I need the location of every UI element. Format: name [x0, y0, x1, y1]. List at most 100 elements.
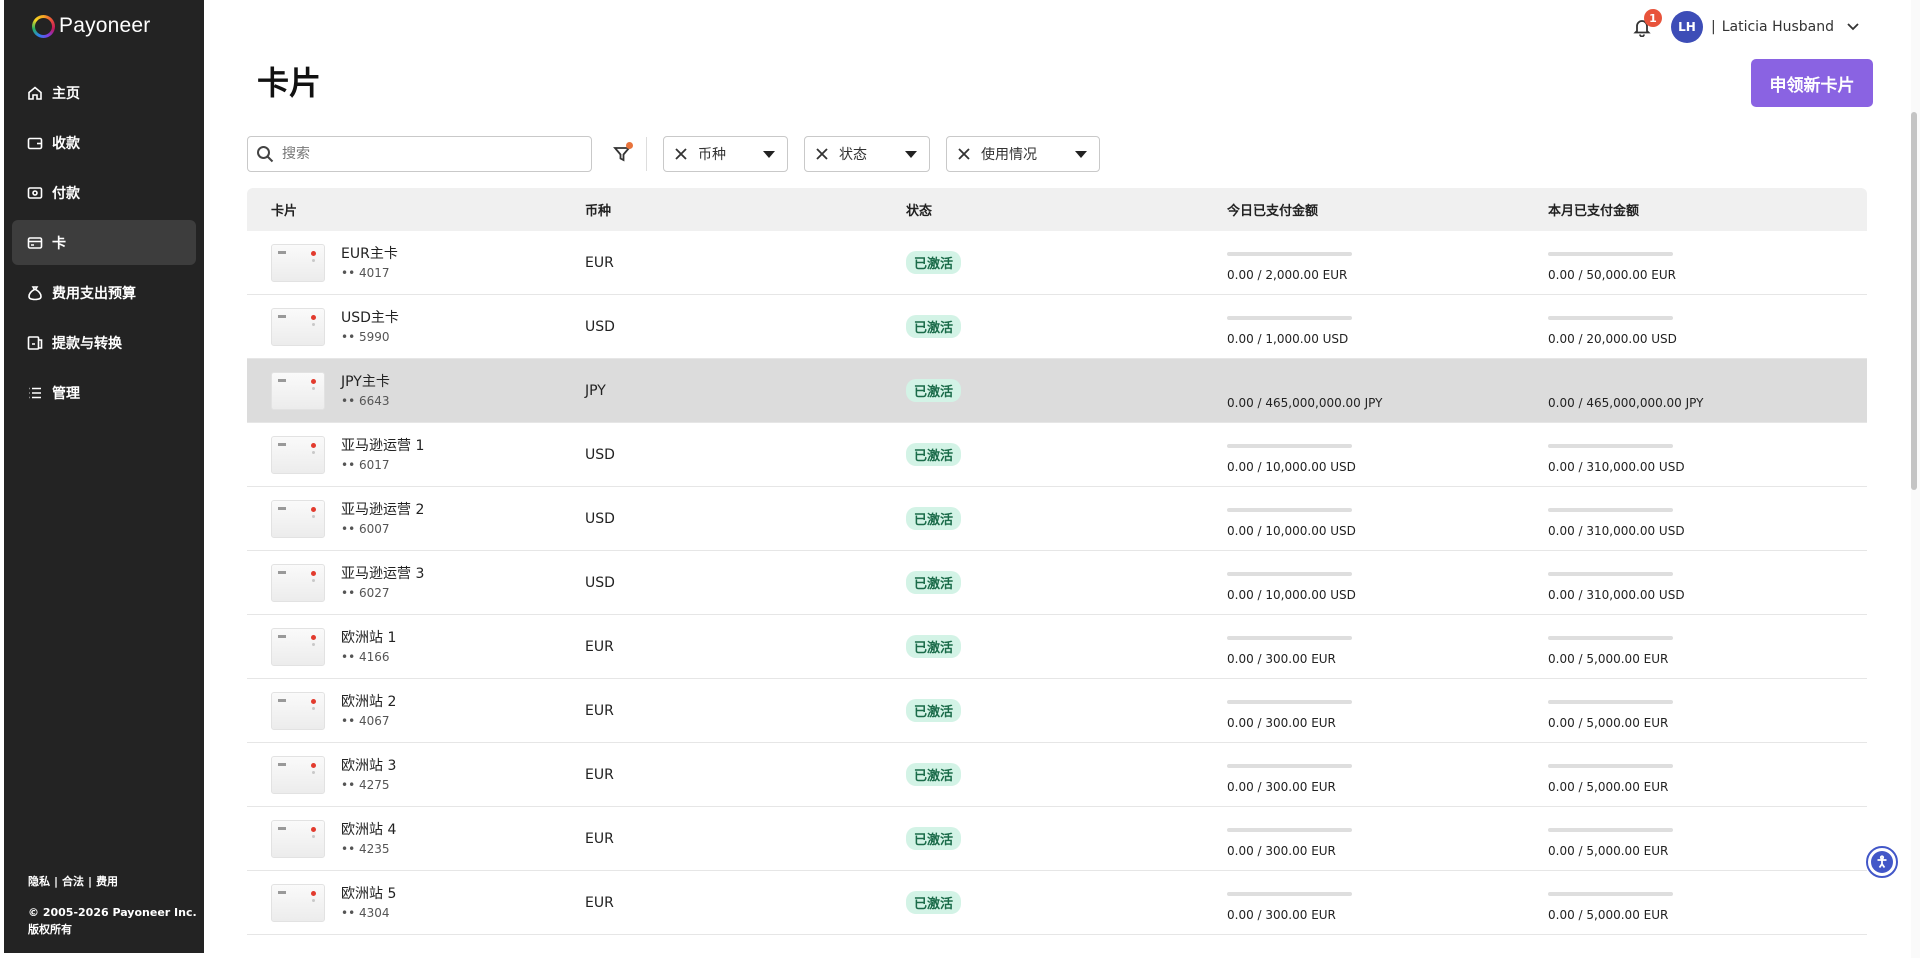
- monthly-amount: 0.00 / 310,000.00 USD: [1548, 459, 1685, 474]
- daily-amount: 0.00 / 10,000.00 USD: [1227, 523, 1356, 538]
- chevron-down-icon[interactable]: [1846, 18, 1860, 37]
- daily-progress-bar: [1227, 251, 1352, 256]
- search-box[interactable]: [247, 136, 592, 172]
- privacy-link[interactable]: 隐私: [28, 875, 50, 888]
- sidebar-item-withdraw[interactable]: 提款与转换: [12, 320, 196, 365]
- card-number: •• 4275: [341, 777, 390, 792]
- home-icon: [26, 84, 44, 102]
- column-header-daily-spent[interactable]: 今日已支付金额: [1227, 200, 1548, 219]
- notification-count-badge: 1: [1643, 9, 1662, 27]
- card-cell: JPY主卡 •• 6643: [247, 371, 585, 410]
- status-badge: 已激活: [906, 315, 962, 338]
- daily-progress-bar: [1227, 443, 1352, 448]
- card-thumbnail: [271, 307, 325, 346]
- monthly-amount: 0.00 / 5,000.00 EUR: [1548, 907, 1669, 922]
- scrollbar-thumb[interactable]: [1911, 112, 1917, 490]
- sidebar-item-manage[interactable]: 管理: [12, 370, 196, 415]
- card-cell: 亚马逊运营 2 •• 6007: [247, 499, 585, 538]
- sidebar-item-label: 收款: [52, 135, 80, 152]
- daily-spent-cell: 0.00 / 10,000.00 USD: [1227, 436, 1548, 474]
- daily-spent-cell: 0.00 / 2,000.00 EUR: [1227, 244, 1548, 282]
- footer-separator: |: [88, 875, 93, 888]
- card-number: •• 4067: [341, 713, 390, 728]
- cards-table: 卡片 币种 状态 今日已支付金额 本月已支付金额 EUR主卡 •• 4017 EUR…: [247, 188, 1867, 935]
- fees-link[interactable]: 费用: [96, 875, 118, 888]
- table-row[interactable]: 欧洲站 4 •• 4235 EUR 已激活 0.00 / 300.00 EUR 0.00 …: [247, 807, 1867, 871]
- currency-filter-chip[interactable]: 币种: [663, 136, 788, 172]
- caret-down-icon: [1075, 150, 1087, 158]
- payoneer-logo-icon: [32, 14, 55, 38]
- monthly-spent: 0.00 / 310,000.00 USD: [1548, 564, 1867, 602]
- status-badge: 已激活: [906, 379, 962, 402]
- daily-spent: 0.00 / 10,000.00 USD: [1227, 436, 1548, 474]
- monthly-spent: 0.00 / 465,000,000.00 JPY: [1548, 372, 1867, 410]
- daily-amount: 0.00 / 300.00 EUR: [1227, 651, 1336, 666]
- footer-links: 隐私 | 合法 | 费用: [28, 873, 197, 890]
- monthly-spent-cell: 0.00 / 5,000.00 EUR: [1548, 884, 1867, 922]
- new-card-button[interactable]: 申领新卡片: [1751, 59, 1873, 107]
- legal-link[interactable]: 合法: [62, 875, 84, 888]
- accessibility-button[interactable]: [1866, 846, 1898, 878]
- currency-cell: EUR: [585, 766, 614, 783]
- monthly-spent: 0.00 / 310,000.00 USD: [1548, 436, 1867, 474]
- filter-active-dot: [626, 142, 633, 149]
- card-thumbnail: [271, 819, 325, 858]
- table-row[interactable]: 欧洲站 2 •• 4067 EUR 已激活 0.00 / 300.00 EUR 0.00 …: [247, 679, 1867, 743]
- search-icon: [257, 146, 274, 163]
- status-cell: 已激活: [906, 379, 1227, 402]
- chip-label: 币种: [698, 147, 726, 163]
- table-row[interactable]: EUR主卡 •• 4017 EUR 已激活 0.00 / 2,000.00 EUR 0.0…: [247, 231, 1867, 295]
- status-cell: 已激活: [906, 571, 1227, 594]
- status-badge: 已激活: [906, 763, 962, 786]
- filter-button[interactable]: [604, 136, 640, 172]
- table-row[interactable]: 亚马逊运营 3 •• 6027 USD 已激活 0.00 / 10,000.00 USD…: [247, 551, 1867, 615]
- card-info: 欧洲站 2 •• 4067: [341, 693, 396, 729]
- table-row[interactable]: JPY主卡 •• 6643 JPY 已激活 0.00 / 465,000,000.00 …: [247, 359, 1867, 423]
- table-row[interactable]: 欧洲站 5 •• 4304 EUR 已激活 0.00 / 300.00 EUR 0.00 …: [247, 871, 1867, 935]
- close-icon[interactable]: [674, 147, 698, 161]
- sidebar-item-receive[interactable]: 收款: [12, 120, 196, 165]
- usage-filter-chip[interactable]: 使用情况: [946, 136, 1100, 172]
- table-row[interactable]: 亚马逊运营 1 •• 6017 USD 已激活 0.00 / 10,000.00 USD…: [247, 423, 1867, 487]
- column-header-status[interactable]: 状态: [906, 200, 1227, 219]
- table-row[interactable]: 亚马逊运营 2 •• 6007 USD 已激活 0.00 / 10,000.00 USD…: [247, 487, 1867, 551]
- daily-amount: 0.00 / 300.00 EUR: [1227, 715, 1336, 730]
- filter-bar: 币种 状态 使用情况: [247, 136, 1116, 172]
- close-icon[interactable]: [957, 147, 981, 161]
- notifications-button[interactable]: 1: [1627, 9, 1662, 42]
- monthly-progress-bar: [1548, 507, 1673, 512]
- card-info: EUR主卡 •• 4017: [341, 245, 398, 281]
- payoneer-logo[interactable]: Payoneer: [32, 14, 151, 38]
- sidebar: Payoneer 主页 收款 付款 卡 费用支出预算 提款与转换 管理 隐私 |…: [4, 0, 204, 953]
- daily-spent: 0.00 / 10,000.00 USD: [1227, 500, 1548, 538]
- table-row[interactable]: 欧洲站 1 •• 4166 EUR 已激活 0.00 / 300.00 EUR 0.00 …: [247, 615, 1867, 679]
- status-filter-chip[interactable]: 状态: [804, 136, 930, 172]
- currency-cell: USD: [585, 574, 615, 591]
- sidebar-footer: 隐私 | 合法 | 费用 © 2005-2026 Payoneer Inc. 版权所有: [28, 873, 197, 938]
- currency-cell: EUR: [585, 702, 614, 719]
- close-icon[interactable]: [815, 147, 839, 161]
- daily-spent: 0.00 / 300.00 EUR: [1227, 884, 1548, 922]
- sidebar-item-budget[interactable]: 费用支出预算: [12, 270, 196, 315]
- column-header-card[interactable]: 卡片: [247, 200, 585, 219]
- status-cell: 已激活: [906, 891, 1227, 914]
- daily-spent: 0.00 / 300.00 EUR: [1227, 692, 1548, 730]
- table-row[interactable]: USD主卡 •• 5990 USD 已激活 0.00 / 1,000.00 USD 0.0…: [247, 295, 1867, 359]
- column-header-currency[interactable]: 币种: [585, 200, 906, 219]
- card-name: EUR主卡: [341, 245, 398, 262]
- sidebar-item-home[interactable]: 主页: [12, 70, 196, 115]
- currency-cell: USD: [585, 510, 615, 527]
- sidebar-item-cards[interactable]: 卡: [12, 220, 196, 265]
- search-input[interactable]: [282, 146, 572, 162]
- user-name[interactable]: Laticia Husband: [1722, 19, 1834, 35]
- table-row[interactable]: 欧洲站 3 •• 4275 EUR 已激活 0.00 / 300.00 EUR 0.00 …: [247, 743, 1867, 807]
- footer-separator: |: [54, 875, 59, 888]
- sidebar-item-label: 付款: [52, 185, 80, 202]
- sidebar-nav: 主页 收款 付款 卡 费用支出预算 提款与转换 管理: [12, 70, 196, 420]
- column-header-monthly-spent[interactable]: 本月已支付金额: [1548, 200, 1867, 219]
- daily-spent-cell: 0.00 / 300.00 EUR: [1227, 628, 1548, 666]
- daily-amount: 0.00 / 300.00 EUR: [1227, 907, 1336, 922]
- sidebar-item-pay[interactable]: 付款: [12, 170, 196, 215]
- avatar[interactable]: LH: [1670, 11, 1703, 43]
- wallet-icon: [26, 134, 44, 152]
